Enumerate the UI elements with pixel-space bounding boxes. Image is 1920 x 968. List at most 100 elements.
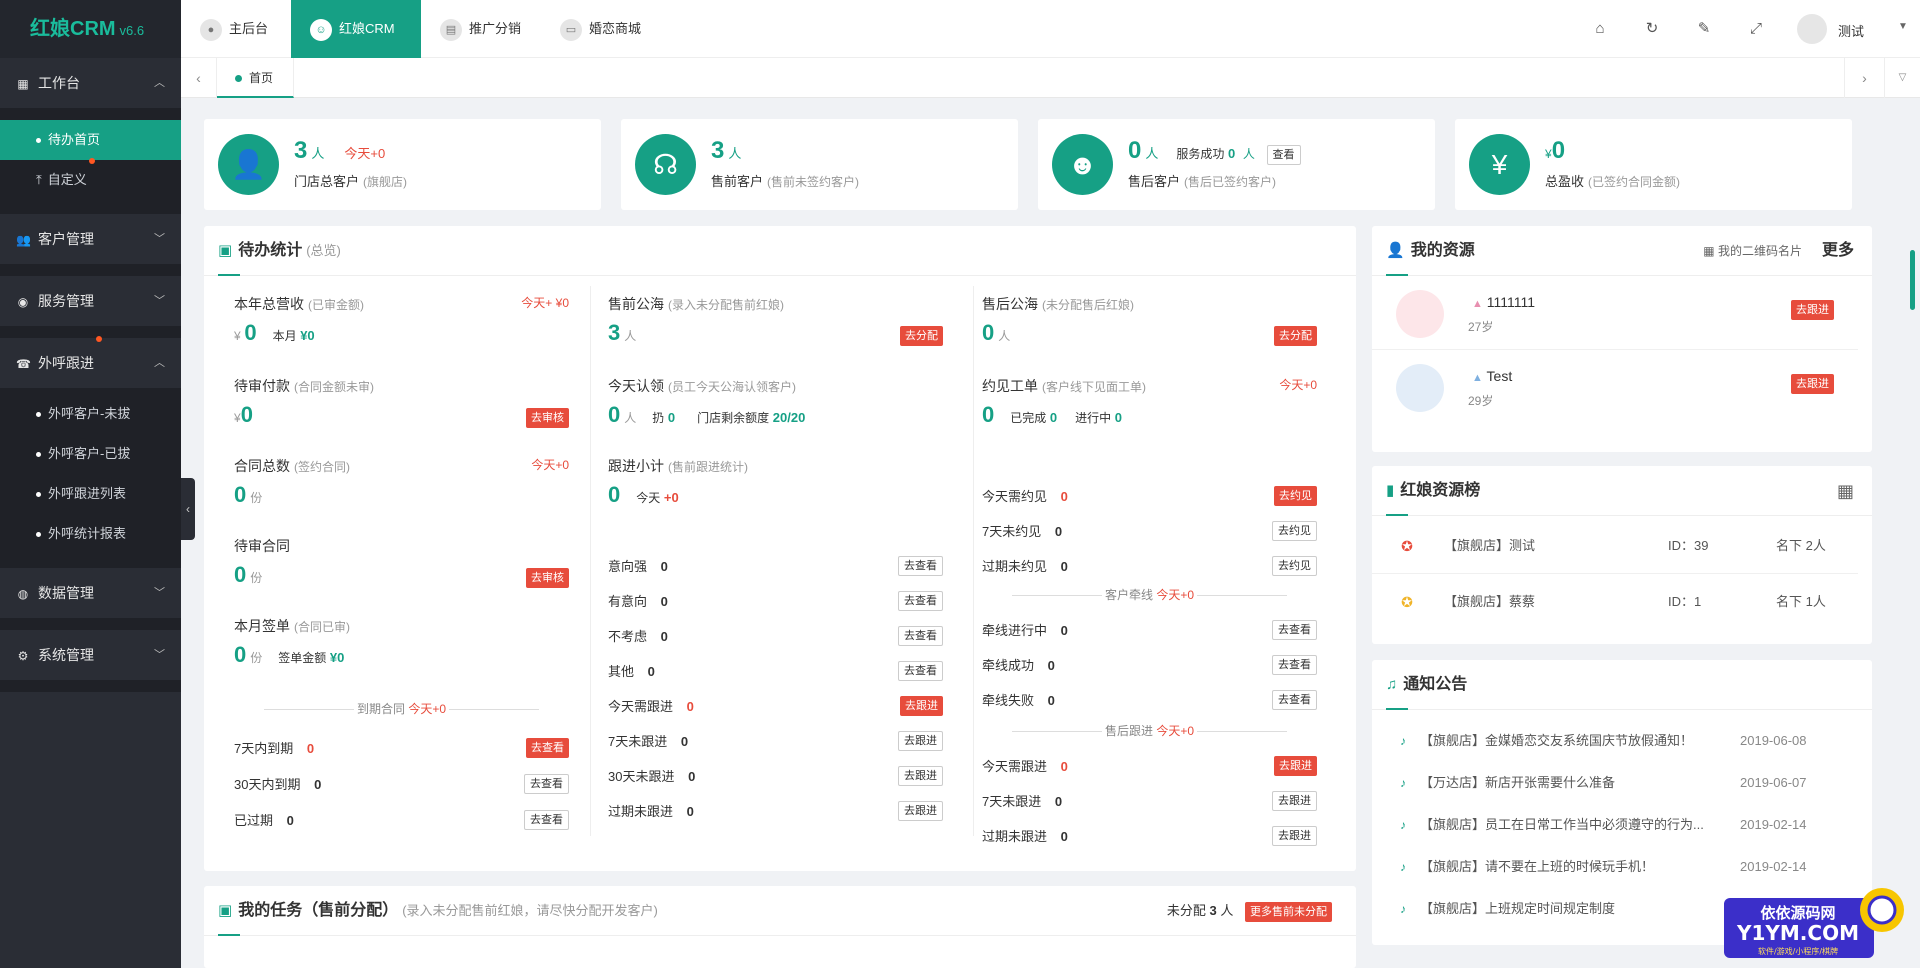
follow-button[interactable]: 去跟进 <box>1272 791 1317 811</box>
todo-label: 牵线失败 <box>982 693 1035 708</box>
page-tab-home[interactable]: 首页 <box>217 58 295 98</box>
top-tab-shop[interactable]: ▭ 婚恋商城 <box>541 0 661 58</box>
view-button[interactable]: 去查看 <box>898 626 943 646</box>
menu-item-custom[interactable]: ⤒ 自定义 <box>0 158 181 200</box>
view-button[interactable]: 去查看 <box>524 774 569 794</box>
todo-unit: 人 <box>998 329 1011 343</box>
bell-icon: ♪ <box>1400 818 1406 832</box>
menu-item-outbound-dialed[interactable]: 外呼客户-已拔 <box>0 434 181 474</box>
name-text: Test <box>1486 368 1513 384</box>
stat-extra-value: 0 <box>1228 146 1236 161</box>
top-tab-label: 推广分销 <box>469 21 522 36</box>
app-logo[interactable]: 红娘CRM v6.6 <box>0 0 181 58</box>
follow-button[interactable]: 去跟进 <box>1791 300 1834 320</box>
more-link[interactable]: 更多 <box>1822 226 1854 276</box>
menu-customer[interactable]: 👥 客户管理 ﹀ <box>0 214 181 276</box>
qr-card-link[interactable]: ▦ 我的二维码名片 <box>1703 226 1802 276</box>
assign-button[interactable]: 去分配 <box>900 326 943 346</box>
tabs-menu-button[interactable]: ▽ <box>1884 58 1920 98</box>
tasks-panel: ▣ 我的任务（售前分配） (录入未分配售前红娘，请尽快分配开发客户) 未分配 3 人… <box>204 886 1356 968</box>
todo-meet: 约见工单 (客户线下见面工单) 今天+0 0 已完成 0 进行中 0 <box>982 376 1317 428</box>
view-button[interactable]: 去查看 <box>526 738 569 758</box>
todo-value: 0 <box>1060 759 1068 774</box>
follow-button[interactable]: 去跟进 <box>1791 374 1834 394</box>
top-tab-main-admin[interactable]: ● 主后台 <box>181 0 291 58</box>
stat-label-text: 总盈收 <box>1545 174 1585 189</box>
todo-unit: 份 <box>250 491 263 505</box>
panel-title: 红娘资源榜 <box>1400 482 1481 499</box>
list-item[interactable]: ♪ 【旗舰店】员工在日常工作当中必须遵守的行为... 2019-02-14 <box>1372 804 1858 846</box>
view-button[interactable]: 查看 <box>1266 145 1301 165</box>
view-button[interactable]: 去查看 <box>898 661 943 681</box>
menu-outbound[interactable]: ☎ 外呼跟进 ︿ <box>0 336 181 388</box>
todo-label: 30天未跟进 <box>608 769 675 784</box>
tabs-prev-button[interactable]: ‹ <box>181 58 217 98</box>
stat-unit: 人 <box>728 146 742 161</box>
meet-button[interactable]: 去约见 <box>1274 486 1317 506</box>
female-icon: ▲ <box>1472 298 1483 310</box>
tabs-next-button[interactable]: › <box>1844 58 1884 98</box>
stat-unit: 人 <box>1145 146 1159 161</box>
stat-label-text: 门店总客户 <box>294 174 360 189</box>
list-item[interactable]: ▲ 1111111 27岁 去跟进 <box>1372 278 1858 350</box>
bullet-icon <box>36 492 41 498</box>
follow-button[interactable]: 去跟进 <box>1274 756 1317 776</box>
review-button[interactable]: 去审核 <box>526 568 569 588</box>
top-tab-promotion[interactable]: ▤ 推广分销 <box>421 0 541 58</box>
fullscreen-icon[interactable]: ⤢ <box>1745 18 1767 40</box>
list-item[interactable]: ♪ 【旗舰店】金媒婚恋交友系统国庆节放假通知！ 2019-06-08 <box>1372 720 1858 762</box>
top-tab-crm[interactable]: ☺ 红娘CRM <box>291 0 421 58</box>
data-icon: ◍ <box>17 587 29 601</box>
home-icon[interactable]: ⌂ <box>1589 18 1611 40</box>
user-name[interactable]: 测试 <box>1838 21 1864 40</box>
todo-label: 牵线进行中 <box>982 623 1048 638</box>
menu-system[interactable]: ⚙ 系统管理 ﹀ <box>0 630 181 692</box>
qrcode-icon[interactable]: ▦ <box>1837 466 1854 516</box>
avatar[interactable] <box>1797 14 1827 44</box>
menu-item-label: 外呼跟进列表 <box>48 486 127 501</box>
caret-down-icon[interactable]: ▼ <box>1898 21 1908 32</box>
list-item: 7天未跟进 0 去跟进 <box>982 791 1317 811</box>
follow-button[interactable]: 去跟进 <box>900 696 943 716</box>
panel-header: ▮ 红娘资源榜 ▦ <box>1372 466 1872 516</box>
menu-item-outbound-list[interactable]: 外呼跟进列表 <box>0 474 181 514</box>
stat-unit: 人 <box>311 146 325 161</box>
list-item[interactable]: ♪ 【万达店】新店开张需要什么准备 2019-06-07 <box>1372 762 1858 804</box>
todo-value: 0 <box>1047 658 1055 673</box>
follow-button[interactable]: 去跟进 <box>898 731 943 751</box>
follow-button[interactable]: 去跟进 <box>898 801 943 821</box>
separator-label: 客户牵线 <box>1104 588 1153 602</box>
meet-button[interactable]: 去约见 <box>1272 521 1317 541</box>
view-button[interactable]: 去查看 <box>1272 655 1317 675</box>
menu-data[interactable]: ◍ 数据管理 ﹀ <box>0 568 181 630</box>
scrollbar[interactable] <box>1910 250 1915 310</box>
sidebar-collapse-button[interactable]: ‹ <box>181 478 195 540</box>
follow-button[interactable]: 去跟进 <box>898 766 943 786</box>
review-button[interactable]: 去审核 <box>526 408 569 428</box>
refresh-icon[interactable]: ↻ <box>1641 18 1663 40</box>
todo-label: 7天未跟进 <box>608 734 668 749</box>
view-button[interactable]: 去查看 <box>524 810 569 830</box>
follow-button[interactable]: 去跟进 <box>1272 826 1317 846</box>
assign-button[interactable]: 去分配 <box>1274 326 1317 346</box>
view-button[interactable]: 去查看 <box>898 591 943 611</box>
menu-workbench[interactable]: ▦ 工作台 ︿ <box>0 58 181 108</box>
todo-title: 售前公海 <box>608 296 664 312</box>
menu-item-outbound-report[interactable]: 外呼统计报表 <box>0 514 181 554</box>
menu-item-todo-home[interactable]: 待办首页 <box>0 120 181 160</box>
view-button[interactable]: 去查看 <box>1272 620 1317 640</box>
clear-icon[interactable]: ✎ <box>1693 18 1715 40</box>
meet-button[interactable]: 去约见 <box>1272 556 1317 576</box>
list-item: 7天未跟进 0 去跟进 <box>608 731 943 751</box>
notification-dot <box>88 158 95 164</box>
view-button[interactable]: 去查看 <box>1272 690 1317 710</box>
more-unassigned-button[interactable]: 更多售前未分配 <box>1245 902 1332 922</box>
menu-item-outbound-undialed[interactable]: 外呼客户-未拔 <box>0 394 181 434</box>
todo-label: 过期未约见 <box>982 559 1048 574</box>
view-button[interactable]: 去查看 <box>898 556 943 576</box>
list-item[interactable]: ▲ Test 29岁 去跟进 <box>1372 352 1858 424</box>
unassigned-info: 未分配 3 人 更多售前未分配 <box>1167 886 1332 936</box>
menu-service[interactable]: ◉ 服务管理 ﹀ <box>0 276 181 338</box>
stat-card-revenue: ¥ ¥0 总盈收 (已签约合同金额) <box>1455 119 1852 210</box>
stat-label: 售前客户 (售前未签约客户) <box>711 171 859 190</box>
